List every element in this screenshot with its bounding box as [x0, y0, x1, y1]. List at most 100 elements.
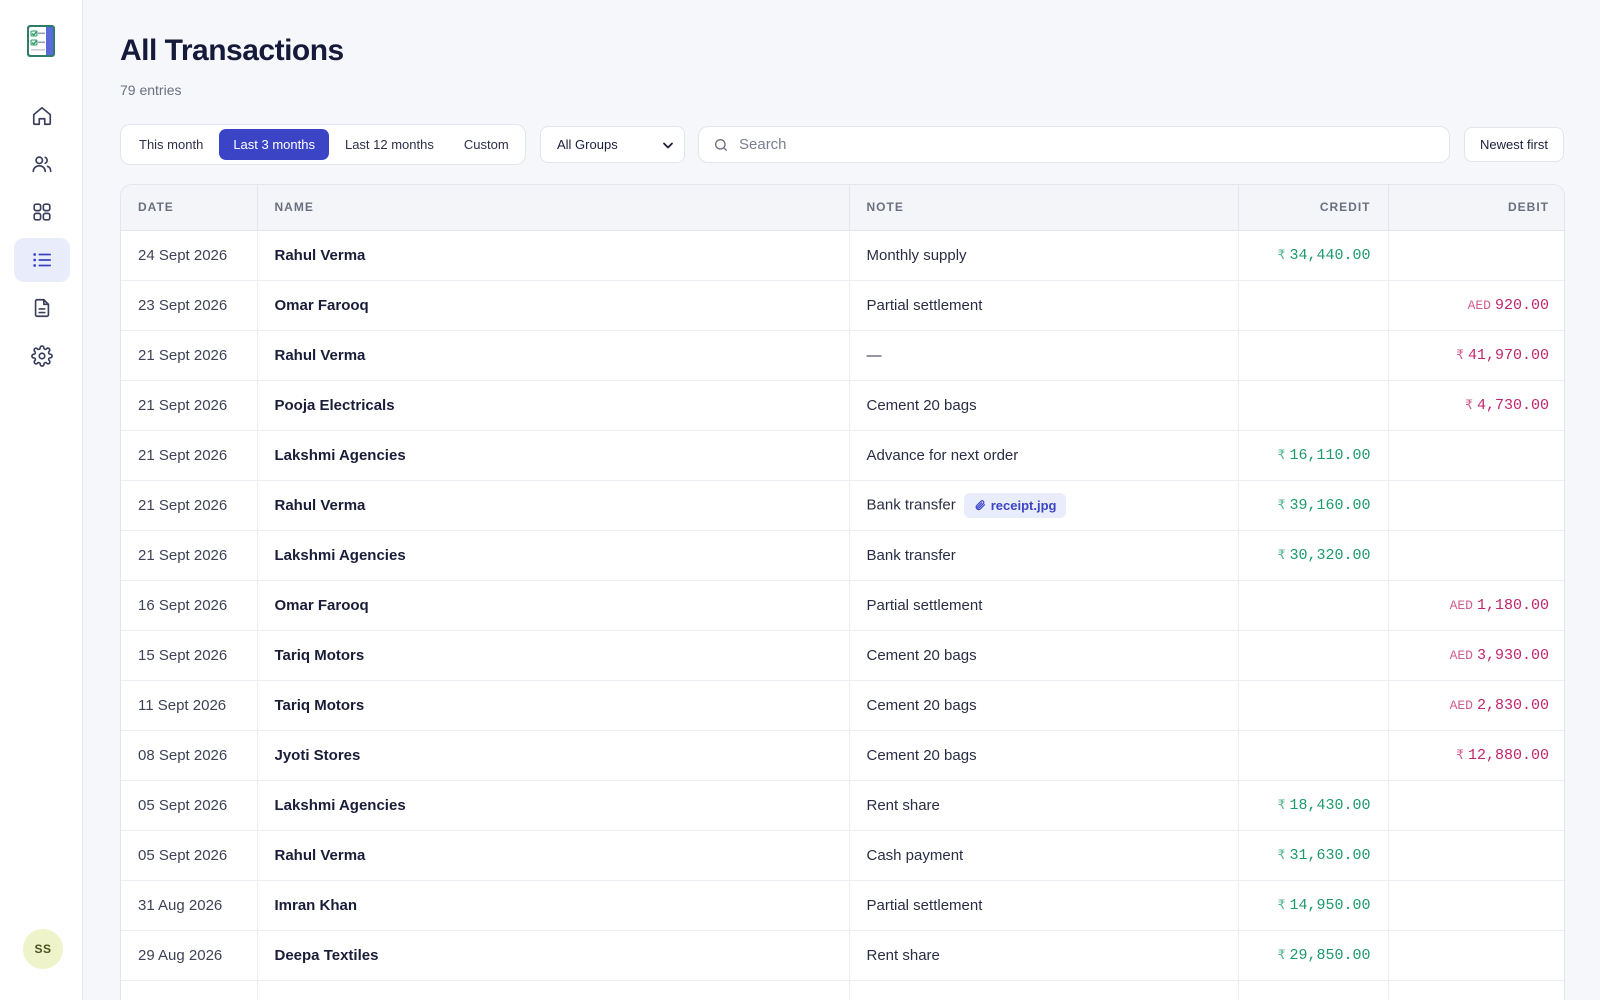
- row-name[interactable]: Rahul Verma: [257, 230, 850, 281]
- page-title: All Transactions: [120, 34, 344, 67]
- credit-currency: ₹: [1277, 847, 1286, 863]
- credit-amount: 29,850.00: [1289, 946, 1371, 964]
- row-credit: ₹14,950.00: [1238, 880, 1389, 931]
- sidebar-item-people[interactable]: [14, 142, 70, 186]
- row-note: Advance for next order: [849, 430, 1239, 481]
- column-header-debit[interactable]: DEBIT: [1388, 185, 1564, 231]
- row-name[interactable]: Tariq Motors: [257, 630, 850, 681]
- search-icon: [715, 138, 727, 151]
- table-body: 24 Sept 2026 Rahul Verma Monthly supply …: [121, 230, 1564, 1000]
- row-name[interactable]: Omar Farooq: [257, 280, 850, 331]
- sidebar-item-settings[interactable]: [14, 334, 70, 378]
- row-debit: ₹4,730.00: [1388, 380, 1564, 431]
- avatar[interactable]: SS: [23, 929, 63, 969]
- row-name[interactable]: Imran Khan: [257, 880, 850, 931]
- sidebar-item-transactions[interactable]: [14, 238, 70, 282]
- debit-amount: 4,730.00: [1476, 396, 1549, 414]
- credit-currency: ₹: [1277, 447, 1286, 463]
- table-row[interactable]: [121, 980, 1564, 1000]
- column-header-name[interactable]: NAME: [257, 185, 850, 231]
- search-input[interactable]: [739, 136, 1429, 153]
- debit-currency: AED: [1449, 697, 1473, 713]
- chevron-down-icon: [663, 142, 673, 148]
- home-icon: [32, 106, 52, 126]
- row-name[interactable]: Rahul Verma: [257, 480, 850, 531]
- row-name[interactable]: Rahul Verma: [257, 830, 850, 881]
- row-name[interactable]: Lakshmi Agencies: [257, 530, 850, 581]
- row-name[interactable]: Omar Farooq: [257, 580, 850, 631]
- debit-amount: 2,830.00: [1476, 696, 1549, 714]
- row-date: 08 Sept 2026: [121, 730, 258, 781]
- row-credit: ₹30,320.00: [1238, 530, 1389, 581]
- row-credit: [1238, 680, 1389, 731]
- credit-amount: 18,430.00: [1289, 796, 1371, 814]
- row-name[interactable]: Jyoti Stores: [257, 730, 850, 781]
- row-debit: AED 2,830.00: [1388, 680, 1564, 731]
- table-row[interactable]: 15 Sept 2026 Tariq Motors Cement 20 bags…: [121, 630, 1564, 681]
- range-custom-button[interactable]: Custom: [450, 129, 523, 160]
- row-date: 21 Sept 2026: [121, 480, 258, 531]
- range-this-month-button[interactable]: This month: [125, 129, 217, 160]
- table-header-row: DATE NAME NOTE CREDIT DEBIT: [121, 185, 1564, 231]
- row-date: 16 Sept 2026: [121, 580, 258, 631]
- group-select[interactable]: All Groups: [540, 126, 685, 163]
- row-name[interactable]: Lakshmi Agencies: [257, 430, 850, 481]
- row-date: 21 Sept 2026: [121, 330, 258, 381]
- range-last-12-months-button[interactable]: Last 12 months: [331, 129, 448, 160]
- row-credit: [1238, 580, 1389, 631]
- attachment-chip[interactable]: receipt.jpg: [963, 492, 1067, 518]
- row-credit: [1238, 730, 1389, 781]
- row-name[interactable]: Lakshmi Agencies: [257, 780, 850, 831]
- sidebar: SS: [0, 0, 83, 1000]
- grid-icon: [33, 203, 51, 221]
- debit-amount: 41,970.00: [1467, 346, 1549, 364]
- sidebar-item-home[interactable]: [14, 94, 70, 138]
- sidebar-item-groups[interactable]: [14, 190, 70, 234]
- attachment-filename: receipt.jpg: [990, 497, 1057, 513]
- table-row[interactable]: 21 Sept 2026 Rahul Verma — ₹41,970.00: [121, 330, 1564, 381]
- row-note: —: [849, 330, 1239, 381]
- credit-amount: 39,160.00: [1289, 496, 1371, 514]
- table-row[interactable]: 21 Sept 2026 Lakshmi Agencies Bank trans…: [121, 530, 1564, 581]
- users-icon: [32, 156, 52, 173]
- row-note: Bank transfer receipt.jpg: [849, 480, 1239, 531]
- table-row[interactable]: 05 Sept 2026 Lakshmi Agencies Rent share…: [121, 780, 1564, 831]
- row-credit: [1238, 330, 1389, 381]
- table-row[interactable]: 31 Aug 2026 Imran Khan Partial settlemen…: [121, 880, 1564, 931]
- row-debit: AED 1,180.00: [1388, 580, 1564, 631]
- row-credit: [1238, 630, 1389, 681]
- table-row[interactable]: 16 Sept 2026 Omar Farooq Partial settlem…: [121, 580, 1564, 631]
- sidebar-item-reports[interactable]: [14, 286, 70, 330]
- table-row[interactable]: 05 Sept 2026 Rahul Verma Cash payment ₹3…: [121, 830, 1564, 881]
- row-credit: ₹34,440.00: [1238, 230, 1389, 281]
- table-row[interactable]: 21 Sept 2026 Lakshmi Agencies Advance fo…: [121, 430, 1564, 481]
- table-row[interactable]: 11 Sept 2026 Tariq Motors Cement 20 bags…: [121, 680, 1564, 731]
- table-row[interactable]: 21 Sept 2026 Rahul Verma Bank transfer re…: [121, 480, 1564, 531]
- row-credit: [1238, 380, 1389, 431]
- table-row[interactable]: 29 Aug 2026 Deepa Textiles Rent share ₹2…: [121, 930, 1564, 981]
- row-credit: ₹16,110.00: [1238, 430, 1389, 481]
- row-name[interactable]: Pooja Electricals: [257, 380, 850, 431]
- range-last-3-months-button[interactable]: Last 3 months: [219, 129, 329, 160]
- column-header-credit[interactable]: CREDIT: [1238, 185, 1389, 231]
- row-credit: ₹31,630.00: [1238, 830, 1389, 881]
- debit-currency: ₹: [1465, 397, 1473, 413]
- row-debit: ₹41,970.00: [1388, 330, 1564, 381]
- row-note: Cement 20 bags: [849, 730, 1239, 781]
- row-name[interactable]: Tariq Motors: [257, 680, 850, 731]
- column-header-date[interactable]: DATE: [121, 185, 258, 231]
- table-row[interactable]: 21 Sept 2026 Pooja Electricals Cement 20…: [121, 380, 1564, 431]
- table-row[interactable]: 08 Sept 2026 Jyoti Stores Cement 20 bags…: [121, 730, 1564, 781]
- sort-button[interactable]: Newest first: [1464, 127, 1564, 162]
- row-debit: ₹12,880.00: [1388, 730, 1564, 781]
- app-logo-icon[interactable]: [24, 24, 58, 58]
- entry-count: 79 entries: [120, 82, 182, 98]
- credit-currency: ₹: [1277, 947, 1286, 963]
- row-name[interactable]: Rahul Verma: [257, 330, 850, 381]
- row-name[interactable]: Deepa Textiles: [257, 930, 850, 981]
- table-row[interactable]: 24 Sept 2026 Rahul Verma Monthly supply …: [121, 230, 1564, 281]
- row-note: Partial settlement: [849, 580, 1239, 631]
- table-row[interactable]: 23 Sept 2026 Omar Farooq Partial settlem…: [121, 280, 1564, 331]
- column-header-note[interactable]: NOTE: [849, 185, 1239, 231]
- row-debit: [1388, 430, 1564, 481]
